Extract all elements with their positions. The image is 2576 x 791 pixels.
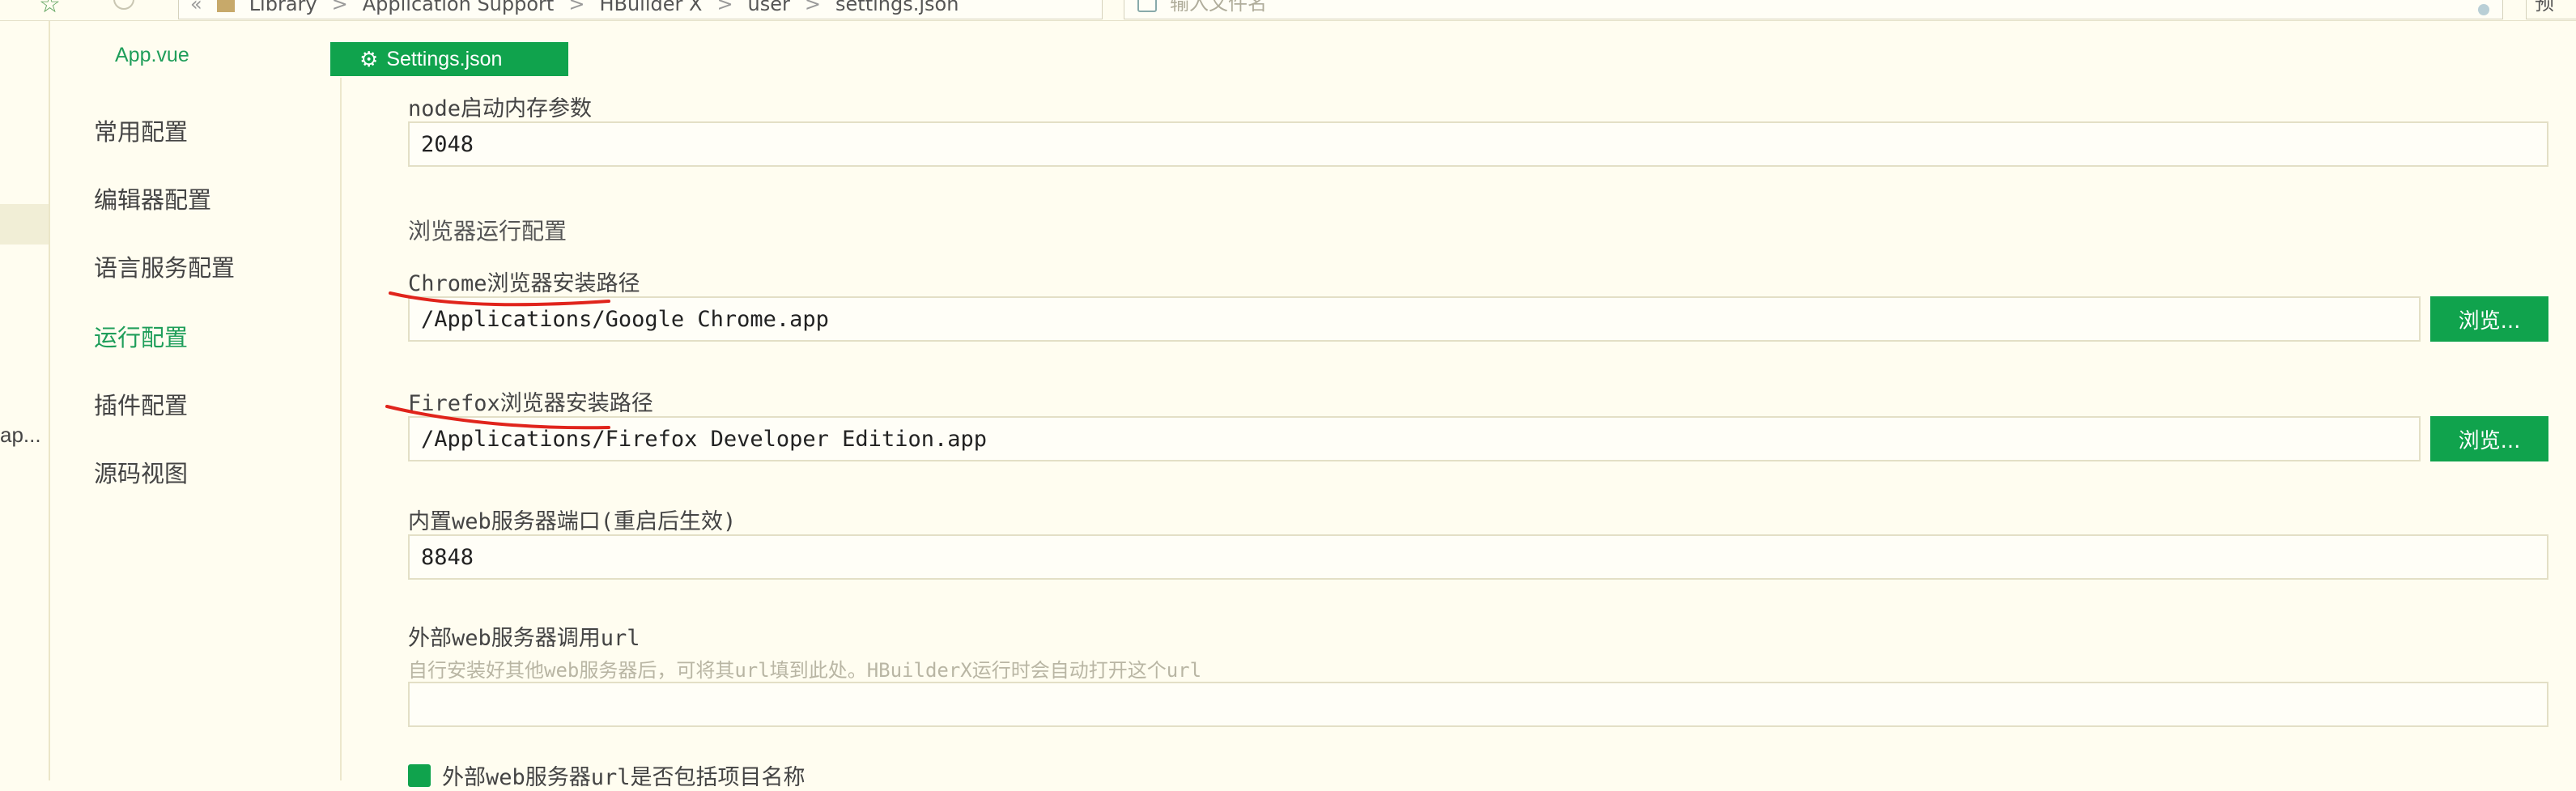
- nav-item-source-view[interactable]: 源码视图: [94, 455, 188, 489]
- browser-section-heading: 浏览器运行配置: [408, 218, 567, 245]
- breadcrumb-item[interactable]: user: [748, 0, 790, 15]
- include-project-name-row: 外部web服务器url是否包括项目名称: [408, 759, 806, 791]
- web-port-input[interactable]: 8848: [408, 534, 2548, 580]
- firefox-path-input[interactable]: /Applications/Firefox Developer Edition.…: [408, 416, 2421, 461]
- breadcrumb: « Library > Application Support > HBuild…: [178, 0, 1103, 19]
- breadcrumb-item[interactable]: settings.json: [835, 0, 959, 15]
- breadcrumb-separator: >: [568, 0, 585, 15]
- tab-settings-json[interactable]: ⚙ Settings.json: [330, 42, 568, 76]
- firefox-browse-button[interactable]: 浏览...: [2430, 416, 2548, 461]
- tab-app-vue[interactable]: App.vue: [115, 44, 189, 67]
- history-icon[interactable]: [113, 0, 134, 10]
- preview-button[interactable]: 预: [2526, 0, 2576, 19]
- node-memory-label: node启动内存参数: [408, 96, 593, 121]
- web-port-label: 内置web服务器端口(重启后生效): [408, 509, 737, 534]
- breadcrumb-item[interactable]: Library: [249, 0, 317, 15]
- breadcrumb-separator: >: [331, 0, 348, 15]
- folder-icon: [216, 0, 235, 12]
- nav-item-common[interactable]: 常用配置: [94, 113, 188, 147]
- settings-nav: 常用配置 编辑器配置 语言服务配置 运行配置 插件配置 源码视图: [50, 78, 342, 780]
- breadcrumb-separator: >: [804, 0, 822, 15]
- tab-label: Settings.json: [386, 47, 503, 70]
- top-toolbar: ☆ « Library > Application Support > HBui…: [0, 0, 2576, 21]
- chrome-path-input[interactable]: /Applications/Google Chrome.app: [408, 296, 2421, 342]
- firefox-path-label: Firefox浏览器安装路径: [408, 391, 653, 416]
- firefox-path-value: /Applications/Firefox Developer Edition.…: [421, 426, 987, 452]
- nav-item-language-service[interactable]: 语言服务配置: [94, 249, 235, 283]
- find-file-icon: [1137, 0, 1157, 12]
- back-chevron-icon[interactable]: «: [190, 0, 202, 15]
- include-project-name-checkbox[interactable]: [408, 763, 431, 787]
- run-settings-panel: node启动内存参数 2048 浏览器运行配置 Chrome浏览器安装路径 /A…: [343, 78, 2576, 790]
- chrome-path-label: Chrome浏览器安装路径: [408, 271, 640, 296]
- node-memory-value: 2048: [421, 131, 474, 157]
- editor-tabs: App.vue ⚙ Settings.json: [50, 21, 2576, 78]
- chrome-browse-button[interactable]: 浏览...: [2430, 296, 2548, 342]
- chrome-path-value: /Applications/Google Chrome.app: [421, 306, 829, 332]
- external-url-input[interactable]: [408, 682, 2548, 727]
- search-placeholder: 输入文件名: [1170, 0, 1267, 15]
- external-url-label: 外部web服务器调用url: [408, 626, 640, 651]
- file-search-input[interactable]: 输入文件名: [1124, 0, 2503, 19]
- breadcrumb-separator: >: [716, 0, 733, 15]
- gear-icon: ⚙: [359, 47, 379, 71]
- preview-label: 预: [2535, 0, 2554, 15]
- nav-item-plugins[interactable]: 插件配置: [94, 387, 188, 421]
- node-memory-input[interactable]: 2048: [408, 121, 2548, 167]
- web-port-value: 8848: [421, 544, 474, 570]
- include-project-name-label: 外部web服务器url是否包括项目名称: [442, 765, 806, 790]
- project-explorer-strip: ap...: [0, 21, 50, 780]
- breadcrumb-item[interactable]: HBuilder X: [599, 0, 702, 15]
- nav-item-editor[interactable]: 编辑器配置: [94, 181, 211, 215]
- nav-item-run[interactable]: 运行配置: [94, 319, 188, 353]
- external-url-hint: 自行安装好其他web服务器后，可将其url填到此处。HBuilderX运行时会自…: [408, 659, 1202, 682]
- search-option-icon[interactable]: [2478, 4, 2489, 15]
- star-icon[interactable]: ☆: [39, 0, 61, 19]
- selected-project-item[interactable]: [0, 204, 49, 245]
- truncated-project-label[interactable]: ap...: [0, 423, 41, 448]
- breadcrumb-item[interactable]: Application Support: [363, 0, 555, 15]
